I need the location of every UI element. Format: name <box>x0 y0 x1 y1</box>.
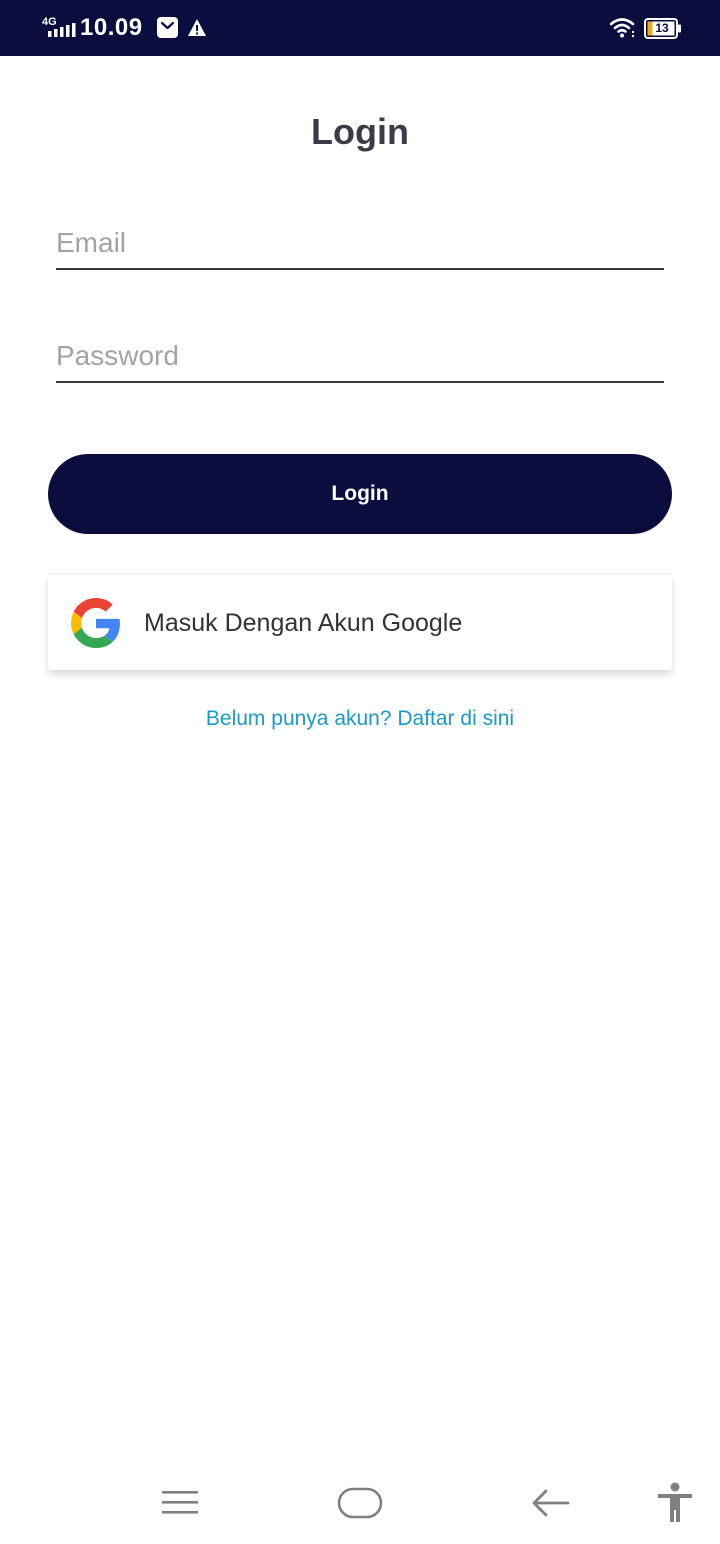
signal-icon: 4G <box>42 16 76 37</box>
home-icon[interactable] <box>337 1486 383 1520</box>
network-type-label: 4G <box>42 16 57 28</box>
navigation-bar <box>0 1460 720 1544</box>
battery-level: 13 <box>655 21 669 35</box>
warning-icon <box>188 19 206 36</box>
menu-icon[interactable] <box>160 1488 200 1518</box>
back-icon[interactable] <box>530 1486 570 1520</box>
accessibility-icon[interactable] <box>656 1482 694 1524</box>
login-button[interactable]: Login <box>48 454 672 534</box>
google-icon <box>71 598 120 648</box>
page-title: Login <box>311 111 409 152</box>
wifi-icon <box>610 18 635 38</box>
google-sign-in-label: Masuk Dengan Akun Google <box>144 609 463 637</box>
message-icon <box>157 17 178 38</box>
status-bar: 4G 10.09 13 <box>0 0 720 56</box>
email-field[interactable] <box>56 218 664 270</box>
google-sign-in-button[interactable]: Masuk Dengan Akun Google <box>48 573 672 670</box>
status-time: 10.09 <box>80 14 143 41</box>
register-link[interactable]: Belum punya akun? Daftar di sini <box>0 704 720 734</box>
password-field[interactable] <box>56 331 664 383</box>
